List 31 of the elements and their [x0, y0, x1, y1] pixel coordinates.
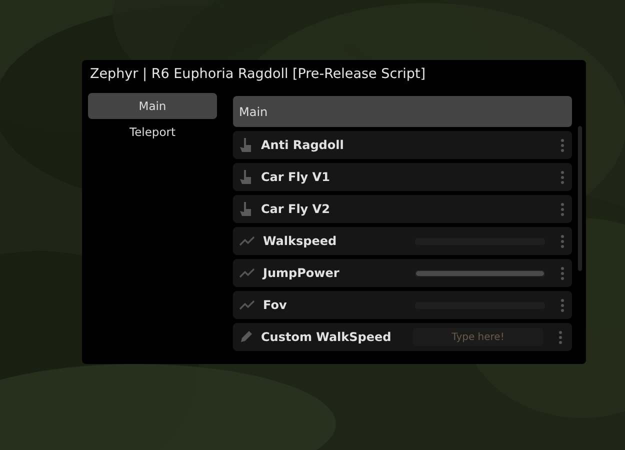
option-row[interactable]: Anti Ragdoll [233, 131, 572, 159]
option-label: Car Fly V2 [261, 202, 331, 216]
more-options-icon[interactable] [561, 234, 564, 248]
option-label: Car Fly V1 [261, 170, 331, 184]
option-row[interactable]: Custom WalkSpeed Type here! [233, 323, 572, 351]
window-title: Zephyr | R6 Euphoria Ragdoll [Pre-Release Script] [89, 65, 427, 84]
option-row[interactable]: Fov [233, 291, 572, 319]
section-header: Main [233, 96, 572, 127]
option-row[interactable]: Car Fly V2 [233, 195, 572, 223]
option-label: Walkspeed [263, 234, 338, 248]
trend-line-icon [239, 268, 255, 278]
more-options-icon[interactable] [561, 266, 564, 280]
more-options-icon[interactable] [559, 330, 562, 344]
more-options-icon[interactable] [561, 202, 564, 216]
option-row[interactable]: Walkspeed [233, 227, 572, 255]
option-label: JumpPower [263, 266, 340, 280]
more-options-icon[interactable] [561, 170, 564, 184]
sidebar-tab[interactable]: Teleport [88, 119, 217, 145]
option-label: Fov [263, 298, 288, 312]
pencil-icon [239, 330, 253, 344]
option-row[interactable]: JumpPower [233, 259, 572, 287]
more-options-icon[interactable] [561, 138, 564, 152]
option-row[interactable]: Car Fly V1 [233, 163, 572, 191]
trend-line-icon [239, 300, 255, 310]
more-options-icon[interactable] [561, 298, 564, 312]
trend-line-icon [239, 236, 255, 246]
option-label: Anti Ragdoll [261, 138, 345, 152]
input-field[interactable]: Type here! [413, 328, 543, 346]
scrollbar[interactable] [578, 126, 582, 271]
option-label: Custom WalkSpeed [261, 330, 392, 344]
sidebar-tab[interactable]: Main [88, 93, 217, 119]
